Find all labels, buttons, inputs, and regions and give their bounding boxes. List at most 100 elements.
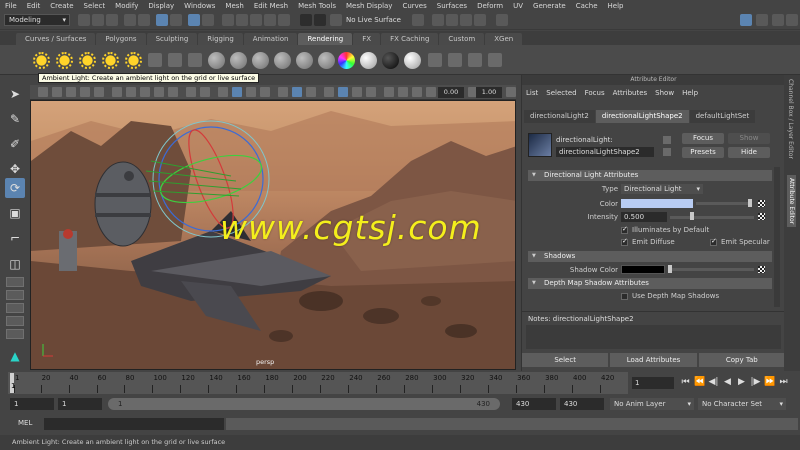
shelf-tab-fx-caching[interactable]: FX Caching — [381, 33, 439, 45]
color-slider-knob[interactable] — [748, 199, 752, 207]
ae-tab-defaultlightset[interactable]: defaultLightSet — [689, 110, 756, 123]
step-forward-frame-icon[interactable]: |▶ — [750, 377, 761, 388]
shadow-color-slider-track[interactable] — [668, 268, 754, 271]
use-all-lights-icon[interactable] — [292, 87, 302, 97]
time-slider[interactable]: 1 20 40 60 80 100 120 140 160 180 200 220 240 260 280 3… — [8, 372, 628, 394]
hypershade-icon[interactable] — [496, 14, 508, 26]
shadow-color-slider-knob[interactable] — [668, 265, 672, 273]
view-menu-icon[interactable] — [38, 87, 48, 97]
safe-action-icon[interactable] — [186, 87, 196, 97]
rotate-tool-icon[interactable]: ⟳ — [5, 178, 25, 198]
notes-textarea[interactable] — [526, 325, 781, 349]
gate-mask-icon[interactable] — [154, 87, 164, 97]
motion-blur-icon[interactable] — [338, 87, 348, 97]
persp-graph-layout-icon[interactable] — [6, 303, 24, 313]
animation-start-field[interactable]: 1 — [10, 398, 54, 410]
wireframe-on-shaded-icon[interactable] — [260, 87, 270, 97]
render-view-icon[interactable] — [432, 14, 444, 26]
undo-icon[interactable] — [124, 14, 136, 26]
shelf-tab-polygons[interactable]: Polygons — [96, 33, 146, 45]
ramp-shader-icon[interactable] — [338, 52, 355, 69]
emit-specular-checkbox[interactable] — [710, 237, 717, 246]
ae-menu-help[interactable]: Help — [678, 89, 702, 101]
color-management-icon[interactable] — [506, 87, 516, 97]
snap-curve-icon[interactable] — [236, 14, 248, 26]
render-layer-icon[interactable] — [428, 53, 442, 67]
menu-generate[interactable]: Generate — [528, 2, 571, 10]
step-back-frame-icon[interactable]: ◀| — [708, 377, 719, 388]
save-scene-icon[interactable] — [106, 14, 118, 26]
xray-components-icon[interactable] — [426, 87, 436, 97]
ae-menu-selected[interactable]: Selected — [542, 89, 580, 101]
live-surface-icon[interactable] — [330, 14, 342, 26]
paint-select-tool-icon[interactable]: ✐ — [5, 134, 25, 154]
intensity-field[interactable]: 0.500 — [621, 212, 667, 222]
area-light-icon[interactable] — [125, 52, 142, 69]
section-depth-map-shadow[interactable]: Depth Map Shadow Attributes — [528, 278, 772, 289]
toggle-attribute-editor-icon[interactable] — [756, 14, 768, 26]
ae-tab-directionallightshape2[interactable]: directionalLightShape2 — [595, 110, 689, 123]
menu-cache[interactable]: Cache — [571, 2, 603, 10]
ae-menu-focus[interactable]: Focus — [581, 89, 609, 101]
channel-box-tab[interactable]: Channel Box / Layer Editor — [787, 79, 794, 159]
camera-attributes-icon[interactable] — [52, 87, 62, 97]
snap-surface-icon[interactable] — [278, 14, 290, 26]
shelf-tab-sculpting[interactable]: Sculpting — [146, 33, 198, 45]
menu-curves[interactable]: Curves — [397, 2, 431, 10]
bookmarks-icon[interactable] — [66, 87, 76, 97]
shelf-tab-rendering[interactable]: Rendering — [298, 33, 353, 45]
ae-menu-list[interactable]: List — [522, 89, 542, 101]
menu-modify[interactable]: Modify — [110, 2, 143, 10]
step-back-key-icon[interactable]: ⏪ — [694, 377, 705, 388]
shading-map-icon[interactable] — [404, 52, 421, 69]
output-ops-icon[interactable] — [314, 14, 326, 26]
attribute-editor-tab[interactable]: Attribute Editor — [787, 175, 796, 228]
menu-display[interactable]: Display — [143, 2, 179, 10]
move-tool-icon[interactable]: ✥ — [5, 159, 25, 179]
select-by-object-icon[interactable] — [170, 14, 182, 26]
load-attributes-button[interactable]: Load Attributes — [610, 353, 697, 367]
mask-icon[interactable] — [202, 14, 214, 26]
mash-icon[interactable]: ▲ — [5, 346, 25, 366]
intensity-map-icon[interactable] — [758, 213, 765, 220]
smooth-shade-icon[interactable] — [232, 87, 242, 97]
menu-mesh[interactable]: Mesh — [220, 2, 248, 10]
menu-file[interactable]: File — [0, 2, 22, 10]
scale-tool-icon[interactable]: ▣ — [5, 203, 25, 223]
isolate-select-icon[interactable] — [384, 87, 394, 97]
default-material-icon[interactable] — [246, 87, 256, 97]
ambient-light-icon[interactable] — [33, 52, 50, 69]
persp-hypershade-layout-icon[interactable] — [6, 316, 24, 326]
use-background-icon[interactable] — [382, 52, 399, 69]
film-gate-icon[interactable] — [126, 87, 136, 97]
snap-view-icon[interactable] — [264, 14, 276, 26]
select-tool-icon[interactable]: ➤ — [5, 84, 25, 104]
screen-space-ao-icon[interactable] — [324, 87, 334, 97]
illuminates-by-default-checkbox[interactable] — [621, 225, 628, 234]
presets-button[interactable]: Presets — [682, 147, 724, 158]
ae-menu-show[interactable]: Show — [651, 89, 678, 101]
intensity-slider-knob[interactable] — [690, 212, 694, 220]
range-slider[interactable]: 1 430 — [108, 398, 500, 410]
four-view-layout-icon[interactable] — [6, 277, 24, 287]
shelf-tab-xgen[interactable]: XGen — [485, 33, 523, 45]
shelf-tab-animation[interactable]: Animation — [243, 33, 298, 45]
menu-surfaces[interactable]: Surfaces — [432, 2, 472, 10]
phong-e-material-icon[interactable] — [274, 52, 291, 69]
playback-end-field[interactable]: 430 — [512, 398, 556, 410]
ae-menu-attributes[interactable]: Attributes — [609, 89, 652, 101]
select-by-hierarchy-icon[interactable] — [156, 14, 168, 26]
command-input[interactable] — [44, 418, 224, 430]
point-light-icon[interactable] — [79, 52, 96, 69]
shelf-tab-custom[interactable]: Custom — [439, 33, 485, 45]
light-color-swatch[interactable] — [621, 199, 693, 208]
redo-icon[interactable] — [138, 14, 150, 26]
last-tool-icon[interactable]: ⌐ — [5, 228, 25, 248]
menu-mesh-display[interactable]: Mesh Display — [341, 2, 397, 10]
animation-end-field[interactable]: 430 — [560, 398, 604, 410]
node-name-field[interactable]: directionalLightShape2 — [556, 147, 654, 157]
section-shadows[interactable]: Shadows — [528, 251, 772, 262]
new-scene-icon[interactable] — [78, 14, 90, 26]
toggle-tool-settings-icon[interactable] — [772, 14, 784, 26]
textured-icon[interactable] — [278, 87, 288, 97]
